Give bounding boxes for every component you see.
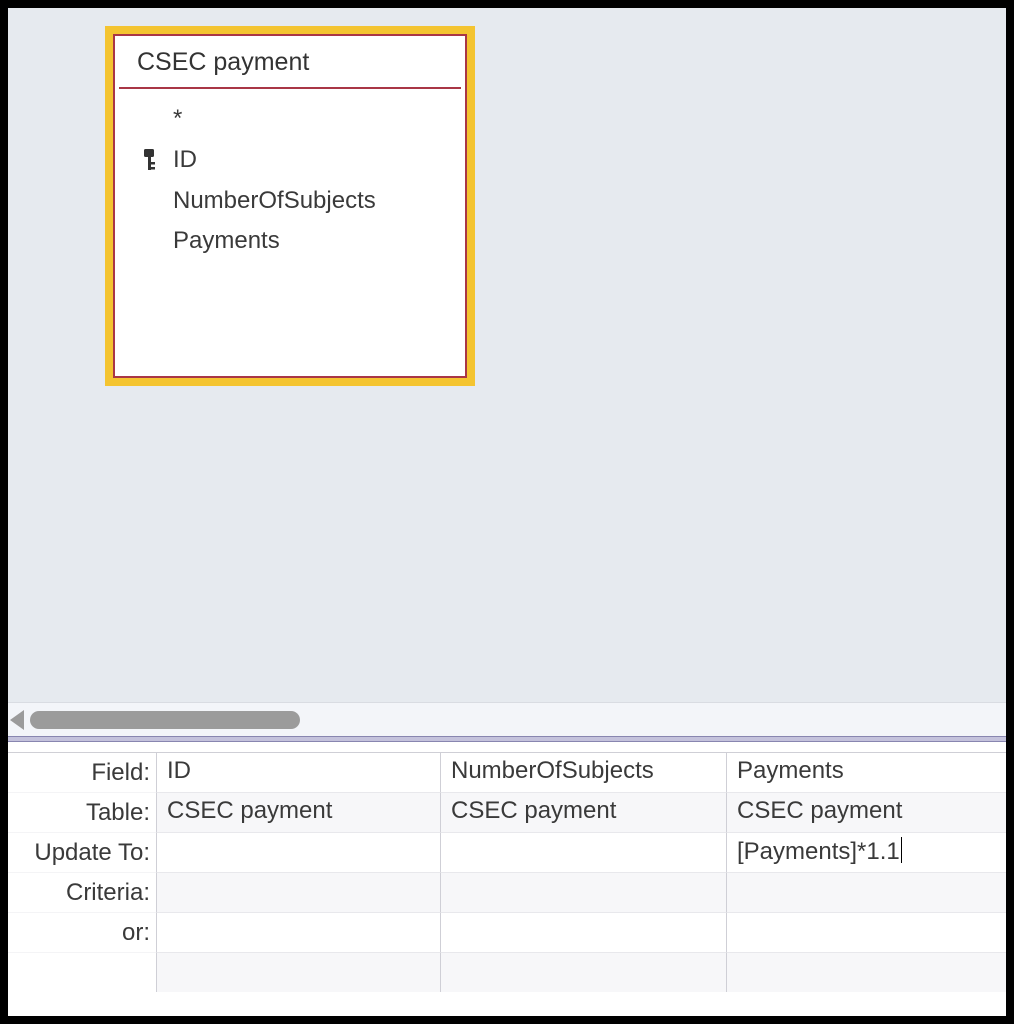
field-numberofsubjects[interactable]: NumberOfSubjects	[141, 181, 449, 222]
table-title: CSEC payment	[119, 34, 461, 89]
cell-field[interactable]: ID	[156, 752, 440, 792]
row-header-criteria: Criteria:	[8, 872, 156, 912]
row-header-update-to: Update To:	[8, 832, 156, 872]
horizontal-scrollbar[interactable]	[8, 702, 1006, 736]
table-object-csec-payment[interactable]: CSEC payment * ID	[105, 26, 475, 386]
grid-row-headers: Field: Table: Update To: Criteria: or:	[8, 742, 156, 1016]
field-id[interactable]: ID	[141, 140, 449, 181]
text-caret-icon	[901, 837, 903, 863]
scroll-thumb[interactable]	[30, 711, 300, 729]
cell-criteria[interactable]	[440, 872, 726, 912]
field-label: *	[173, 99, 182, 140]
cell-or[interactable]	[156, 912, 440, 952]
cell-or[interactable]	[726, 912, 1006, 952]
cell-field[interactable]: Payments	[726, 752, 1006, 792]
field-label: ID	[173, 140, 197, 181]
grid-columns: ID CSEC payment NumberOfSubjects CSEC pa…	[156, 742, 1006, 1016]
field-label: NumberOfSubjects	[173, 181, 376, 222]
cell-criteria[interactable]	[156, 872, 440, 912]
field-payments[interactable]: Payments	[141, 221, 449, 262]
grid-column-0: ID CSEC payment	[156, 742, 440, 1016]
field-list: * ID NumberOfSubjects	[113, 89, 467, 262]
query-design-view: CSEC payment * ID	[0, 0, 1014, 1024]
grid-column-2: Payments CSEC payment [Payments]*1.1	[726, 742, 1006, 1016]
cell-update-to[interactable]	[440, 832, 726, 872]
cell-table[interactable]: CSEC payment	[156, 792, 440, 832]
cell-field[interactable]: NumberOfSubjects	[440, 752, 726, 792]
row-header-table: Table:	[8, 792, 156, 832]
primary-key-icon	[141, 148, 159, 172]
cell-blank[interactable]	[726, 952, 1006, 992]
row-header-blank	[8, 952, 156, 992]
cell-criteria[interactable]	[726, 872, 1006, 912]
cell-blank[interactable]	[156, 952, 440, 992]
row-header-or: or:	[8, 912, 156, 952]
field-star[interactable]: *	[141, 99, 449, 140]
scroll-left-icon[interactable]	[10, 710, 24, 730]
cell-table[interactable]: CSEC payment	[440, 792, 726, 832]
cell-update-to[interactable]: [Payments]*1.1	[726, 832, 1006, 872]
qbe-grid: Field: Table: Update To: Criteria: or: I…	[8, 742, 1006, 1016]
cell-blank[interactable]	[440, 952, 726, 992]
field-label: Payments	[173, 221, 280, 262]
cell-text: [Payments]*1.1	[737, 838, 900, 865]
row-header-field: Field:	[8, 752, 156, 792]
design-surface[interactable]: CSEC payment * ID	[8, 8, 1006, 736]
cell-update-to[interactable]	[156, 832, 440, 872]
cell-table[interactable]: CSEC payment	[726, 792, 1006, 832]
cell-or[interactable]	[440, 912, 726, 952]
grid-column-1: NumberOfSubjects CSEC payment	[440, 742, 726, 1016]
